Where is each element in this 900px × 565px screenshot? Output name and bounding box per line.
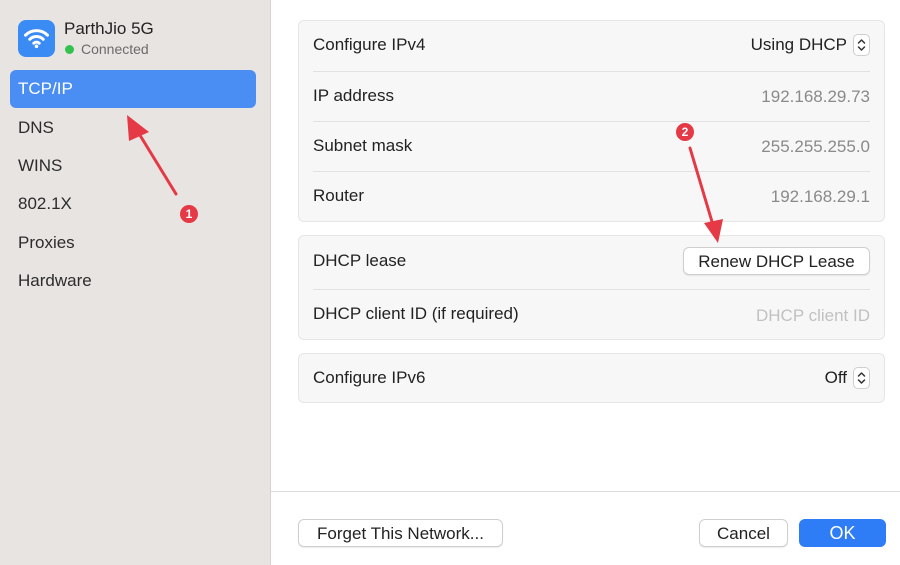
configure-ipv4-label: Configure IPv4: [313, 35, 426, 54]
footer-divider: [271, 491, 900, 492]
ipv6-group: Configure IPv6 Off: [298, 353, 885, 403]
ipv4-group: Configure IPv4 Using DHCP IP address 192…: [298, 20, 885, 222]
router-label: Router: [313, 186, 365, 205]
configure-ipv4-value: Using DHCP: [750, 35, 847, 54]
sidebar-item-802-1x[interactable]: 802.1X: [10, 185, 256, 223]
configure-ipv6-label: Configure IPv6: [313, 368, 426, 387]
dhcp-lease-label: DHCP lease: [313, 251, 407, 270]
sidebar-item-hardware[interactable]: Hardware: [10, 262, 256, 300]
network-header: ParthJio 5G Connected: [18, 18, 258, 62]
forget-network-button[interactable]: Forget This Network...: [298, 519, 503, 547]
status-dot-icon: [65, 45, 74, 54]
popup-chevron-icon: [853, 367, 870, 389]
router-row: Router 192.168.29.1: [313, 172, 870, 222]
dhcp-lease-row: DHCP lease Renew DHCP Lease: [313, 236, 870, 289]
ip-address-label: IP address: [313, 86, 394, 105]
sidebar: ParthJio 5G Connected TCP/IP DNS WINS 80…: [0, 0, 271, 565]
configure-ipv4-popup[interactable]: Using DHCP: [751, 32, 870, 58]
wifi-icon: [18, 20, 55, 57]
sidebar-item-tcp-ip[interactable]: TCP/IP: [10, 70, 256, 108]
subnet-mask-row: Subnet mask 255.255.255.0: [313, 122, 870, 172]
network-name: ParthJio 5G: [64, 19, 154, 38]
tcp-ip-panel: Configure IPv4 Using DHCP IP address 192…: [271, 0, 900, 565]
dhcp-client-id-row: DHCP client ID (if required): [313, 290, 870, 340]
renew-dhcp-lease-button[interactable]: Renew DHCP Lease: [683, 247, 870, 275]
dhcp-client-id-field[interactable]: [620, 304, 870, 328]
ip-address-row: IP address 192.168.29.73: [313, 72, 870, 122]
subnet-mask-label: Subnet mask: [313, 136, 413, 155]
sidebar-item-proxies[interactable]: Proxies: [10, 224, 256, 262]
configure-ipv6-value: Off: [824, 368, 847, 387]
dhcp-client-id-label: DHCP client ID (if required): [313, 304, 519, 323]
dhcp-group: DHCP lease Renew DHCP Lease DHCP client …: [298, 235, 885, 340]
ip-address-value: 192.168.29.73: [761, 87, 870, 106]
ok-button[interactable]: OK: [799, 519, 886, 547]
sidebar-item-dns[interactable]: DNS: [10, 109, 256, 147]
subnet-mask-value: 255.255.255.0: [761, 137, 870, 156]
connection-status: Connected: [65, 41, 149, 57]
popup-chevron-icon: [853, 34, 870, 56]
router-value: 192.168.29.1: [770, 187, 870, 206]
configure-ipv4-row: Configure IPv4 Using DHCP: [313, 21, 870, 71]
annotation-marker-1: 1: [180, 205, 198, 223]
connection-status-text: Connected: [81, 41, 149, 57]
cancel-button[interactable]: Cancel: [699, 519, 788, 547]
configure-ipv6-row: Configure IPv6 Off: [313, 354, 870, 404]
configure-ipv6-popup[interactable]: Off: [825, 365, 870, 391]
annotation-marker-2: 2: [676, 123, 694, 141]
sidebar-item-wins[interactable]: WINS: [10, 147, 256, 185]
